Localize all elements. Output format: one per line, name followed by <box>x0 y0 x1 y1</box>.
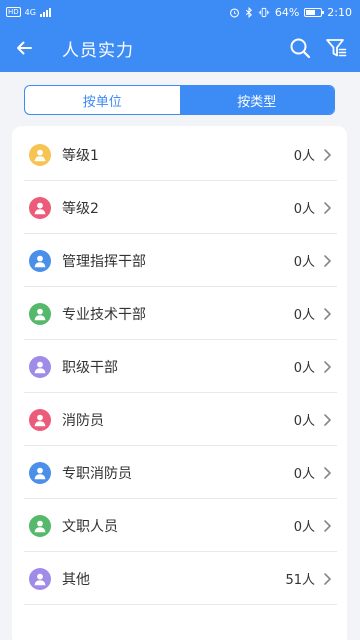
chevron-right-icon <box>323 148 335 162</box>
alarm-icon <box>229 7 239 17</box>
chevron-right-icon <box>323 572 335 586</box>
person-icon <box>29 143 51 166</box>
tab-by-type[interactable]: 按类型 <box>179 86 334 114</box>
list-item[interactable]: 其他 51人 <box>12 552 347 605</box>
item-count: 51人 <box>285 573 315 588</box>
search-icon[interactable] <box>282 24 318 72</box>
item-count: 0人 <box>293 467 315 482</box>
person-icon <box>29 249 51 272</box>
arrow-left-icon[interactable] <box>0 24 48 72</box>
item-label: 职级干部 <box>62 359 118 376</box>
battery-percent: 64% <box>274 5 300 19</box>
item-label: 文职人员 <box>62 518 118 535</box>
chevron-right-icon <box>323 360 335 374</box>
list-item[interactable]: 专职消防员 0人 <box>12 446 347 499</box>
item-label: 其他 <box>62 571 90 588</box>
tab-by-unit[interactable]: 按单位 <box>25 86 180 114</box>
status-right: 64% 2:10 <box>229 6 352 19</box>
status-left: HD 4G <box>6 7 51 17</box>
hd-badge: HD <box>6 7 21 17</box>
person-icon <box>29 355 51 378</box>
item-count: 0人 <box>293 520 315 535</box>
chevron-right-icon <box>323 254 335 268</box>
page-title: 人员实力 <box>62 40 134 61</box>
battery-icon <box>304 7 325 17</box>
chevron-right-icon <box>323 201 335 215</box>
chevron-right-icon <box>323 519 335 533</box>
list-item[interactable]: 管理指挥干部 0人 <box>12 234 347 287</box>
item-count: 0人 <box>293 414 315 429</box>
item-count: 0人 <box>293 149 315 164</box>
signal-icon <box>39 7 51 17</box>
item-label: 专职消防员 <box>62 465 132 482</box>
list-item[interactable]: 等级1 0人 <box>12 128 347 181</box>
item-label: 等级2 <box>62 200 99 217</box>
personnel-type-list: 等级1 0人 等级2 0人 管理指挥干部 0人 专业技术干部 0人 职级干部 0人 消防员 0人 专职消… <box>12 126 347 640</box>
vibrate-icon <box>258 7 270 17</box>
type-segmented-control: 按单位 按类型 <box>24 85 335 115</box>
person-icon <box>29 408 51 431</box>
chevron-right-icon <box>323 413 335 427</box>
app-bar: 人员实力 <box>0 24 360 72</box>
list-item[interactable]: 文职人员 0人 <box>12 499 347 552</box>
person-icon <box>29 567 51 590</box>
item-label: 专业技术干部 <box>62 306 146 323</box>
list-item[interactable]: 专业技术干部 0人 <box>12 287 347 340</box>
item-label: 管理指挥干部 <box>62 253 146 270</box>
list-item[interactable]: 职级干部 0人 <box>12 340 347 393</box>
item-count: 0人 <box>293 202 315 217</box>
clock: 2:10 <box>327 5 352 19</box>
item-count: 0人 <box>293 308 315 323</box>
list-item[interactable]: 等级2 0人 <box>12 181 347 234</box>
chevron-right-icon <box>323 307 335 321</box>
item-count: 0人 <box>293 361 315 376</box>
person-icon <box>29 514 51 537</box>
network-type: 4G <box>24 7 36 17</box>
person-icon <box>29 302 51 325</box>
list-item[interactable]: 消防员 0人 <box>12 393 347 446</box>
item-label: 消防员 <box>62 412 104 429</box>
bluetooth-icon <box>245 6 252 18</box>
item-count: 0人 <box>293 255 315 270</box>
item-label: 等级1 <box>62 147 99 164</box>
person-icon <box>29 196 51 219</box>
filter-icon[interactable] <box>318 24 354 72</box>
person-icon <box>29 461 51 484</box>
status-bar: HD 4G 64% 2:10 <box>0 0 360 24</box>
chevron-right-icon <box>323 466 335 480</box>
